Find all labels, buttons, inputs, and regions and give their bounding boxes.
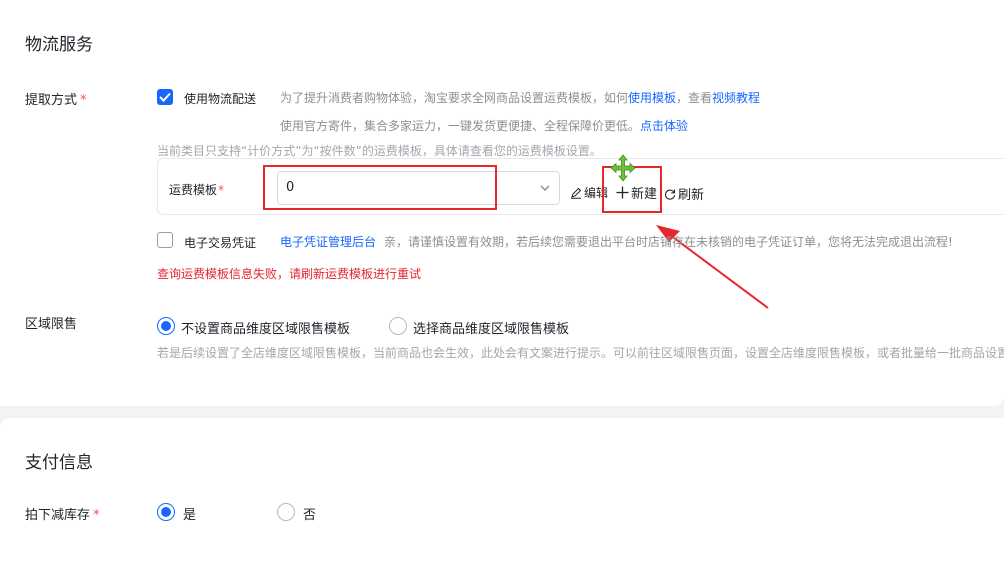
refresh-label: 刷新 bbox=[678, 188, 705, 203]
refresh-icon bbox=[664, 189, 676, 200]
use-logistics-label[interactable]: 使用物流配送 bbox=[184, 90, 256, 107]
pickup-method-label: 提取方式 * bbox=[25, 89, 87, 108]
use-template-link[interactable]: 使用模板 bbox=[628, 91, 676, 105]
region-restriction-label: 区域限售 bbox=[25, 317, 78, 332]
voucher-checkbox[interactable] bbox=[157, 232, 173, 248]
voucher-hint: 电子凭证管理后台 亲，请谨慎设置有效期，若后续您需要退出平台时店铺存在未核销的电子… bbox=[280, 233, 953, 250]
shipping-template-label: 运费模板* bbox=[169, 181, 224, 198]
stock-no-label[interactable]: 否 bbox=[303, 504, 316, 523]
category-notice: 当前类目只支持“计价方式”为“按件数”的运费模板，具体请查看您的运费模板设置。 bbox=[157, 144, 602, 158]
required-mark: * bbox=[218, 183, 225, 197]
voucher-label[interactable]: 电子交易凭证 bbox=[184, 234, 256, 251]
stock-yes-radio[interactable] bbox=[157, 503, 175, 521]
voucher-admin-link[interactable]: 电子凭证管理后台 bbox=[280, 235, 376, 249]
region-select-radio[interactable] bbox=[389, 317, 407, 335]
shipping-template-label-text: 运费模板 bbox=[169, 183, 218, 197]
highlight-frame-select bbox=[263, 165, 497, 210]
try-now-link[interactable]: 点击体验 bbox=[640, 119, 688, 133]
use-logistics-checkbox[interactable] bbox=[157, 89, 173, 105]
region-none-radio[interactable] bbox=[157, 317, 175, 335]
region-hint: 若是后续设置了全店维度区域限售模板，当前商品也会生效，此处会有文案进行提示。可以… bbox=[157, 346, 1004, 360]
required-mark: * bbox=[80, 93, 87, 108]
payment-card bbox=[0, 418, 1004, 561]
payment-section-title: 支付信息 bbox=[25, 453, 93, 473]
hint2-prefix: 使用官方寄件，集合多家运力，一键发货更便捷、全程保障价更低。 bbox=[280, 119, 641, 133]
hint1-prefix: 为了提升消费者购物体验，淘宝要求全网商品设置运费模板，如何 bbox=[280, 91, 629, 105]
refresh-template-button[interactable]: 刷新 bbox=[664, 184, 704, 203]
logistics-section-title: 物流服务 bbox=[25, 35, 93, 55]
template-hint-line1: 为了提升消费者购物体验，淘宝要求全网商品设置运费模板，如何使用模板，查看视频教程 bbox=[280, 89, 760, 106]
voucher-warning-text: 亲，请谨慎设置有效期，若后续您需要退出平台时店铺存在未核销的电子凭证订单，您将无… bbox=[384, 235, 953, 249]
required-mark: * bbox=[93, 508, 100, 523]
stock-no-radio[interactable] bbox=[277, 503, 295, 521]
stock-reduction-label: 拍下减库存 * bbox=[25, 504, 100, 523]
stock-yes-label[interactable]: 是 bbox=[183, 504, 196, 523]
pickup-method-label-text: 提取方式 bbox=[25, 93, 78, 108]
template-hint-line2: 使用官方寄件，集合多家运力，一键发货更便捷、全程保障价更低。点击体验 bbox=[280, 117, 688, 134]
region-none-label[interactable]: 不设置商品维度区域限售模板 bbox=[181, 318, 350, 337]
chevron-down-icon bbox=[540, 185, 550, 192]
move-cursor-icon bbox=[610, 154, 636, 182]
video-tutorial-link[interactable]: 视频教程 bbox=[712, 91, 760, 105]
edit-pencil-icon bbox=[571, 187, 582, 199]
hint1-mid: ，查看 bbox=[676, 91, 713, 105]
check-icon bbox=[159, 92, 171, 102]
template-error-message: 查询运费模板信息失败，请刷新运费模板进行重试 bbox=[157, 267, 422, 281]
stock-reduction-label-text: 拍下减库存 bbox=[25, 508, 91, 523]
region-select-label[interactable]: 选择商品维度区域限售模板 bbox=[413, 318, 569, 337]
